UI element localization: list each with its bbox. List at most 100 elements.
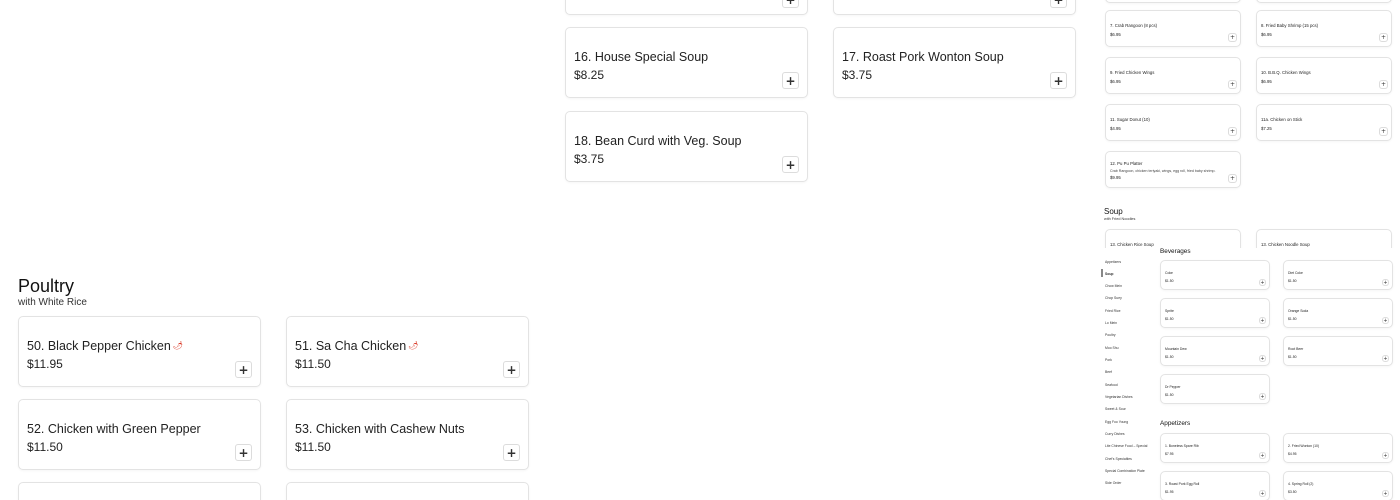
spicy-icon: 🌶 (172, 341, 183, 350)
menu-item-card[interactable]: 3. Roast Pork Egg Roll $1.95 + (1160, 471, 1270, 500)
nav-item[interactable]: Chop Suey (1105, 296, 1122, 300)
add-to-cart-button[interactable]: + (1379, 80, 1388, 89)
menu-item-title: 52. Chicken with Green Pepper (27, 422, 201, 436)
menu-item-card[interactable] (286, 482, 529, 500)
nav-item[interactable]: Appetizers (1105, 260, 1121, 264)
nav-item[interactable]: Chow Mein (1105, 284, 1122, 288)
nav-item[interactable]: Chef's Specialties (1105, 457, 1132, 461)
add-to-cart-button[interactable]: + (235, 444, 252, 461)
add-to-cart-button[interactable]: + (782, 0, 799, 8)
menu-item-card[interactable]: Coke $1.50 + (1160, 260, 1270, 290)
add-to-cart-button[interactable]: + (1382, 490, 1389, 497)
nav-item[interactable]: Beef (1105, 370, 1112, 374)
nav-item[interactable]: Poultry (1105, 333, 1116, 337)
menu-item-card[interactable] (1256, 0, 1392, 3)
menu-item-card[interactable]: 16. House Special Soup $8.25 + (565, 27, 808, 98)
nav-item[interactable]: Pork (1105, 358, 1112, 362)
menu-item-card[interactable]: 52. Chicken with Green Pepper $11.50 + (18, 399, 261, 470)
nav-active-indicator (1101, 269, 1103, 277)
menu-item-card[interactable]: 4. Spring Roll (2) $3.50 + (1283, 471, 1393, 500)
add-to-cart-button[interactable]: + (1259, 317, 1266, 324)
menu-item-card[interactable]: Mountain Dew $1.50 + (1160, 336, 1270, 366)
menu-item-price: $6.95 (1261, 79, 1272, 84)
add-to-cart-button[interactable]: + (1259, 452, 1266, 459)
menu-item-title: 1. Boneless Spare Rib (1165, 444, 1199, 448)
menu-item-card[interactable]: Sprite $1.50 + (1160, 298, 1270, 328)
menu-item-card[interactable]: Dr Pepper $1.50 + (1160, 374, 1270, 404)
menu-item-price: $8.25 (574, 68, 605, 82)
nav-item[interactable]: Seafood (1105, 383, 1118, 387)
menu-item-price: $1.50 (1288, 355, 1297, 359)
menu-item-card[interactable]: 53. Chicken with Cashew Nuts $11.50 + (286, 399, 529, 470)
menu-item-card[interactable]: 50. Black Pepper Chicken 🌶 $11.95 + (18, 316, 261, 387)
nav-item[interactable]: Egg Foo Young (1105, 420, 1128, 424)
menu-item-title: 16. House Special Soup (574, 50, 709, 64)
add-to-cart-button[interactable]: + (503, 444, 520, 461)
menu-item-card[interactable]: 10. B.B.Q. Chicken Wings $6.95 + (1256, 57, 1392, 94)
menu-item-title: 50. Black Pepper Chicken 🌶 (27, 339, 183, 353)
section-subtitle: with White Rice (18, 297, 87, 308)
add-to-cart-button[interactable]: + (1382, 279, 1389, 286)
menu-item-description: Crab Rangoon, chicken teriyaki, wings, e… (1110, 169, 1216, 173)
add-to-cart-button[interactable]: + (1382, 355, 1389, 362)
add-to-cart-button[interactable]: + (1379, 33, 1388, 42)
nav-item[interactable]: Lite Chinese Food – Special (1105, 444, 1147, 448)
add-to-cart-button[interactable]: + (1050, 72, 1067, 89)
menu-item-card[interactable]: 11a. Chicken on Stick $7.25 + (1256, 104, 1392, 141)
nav-item[interactable]: Soup (1105, 272, 1113, 276)
menu-item-card[interactable]: 2. Fried Wonton (10) $4.95 + (1283, 433, 1393, 463)
menu-item-card[interactable]: 8. Fried Baby Shrimp (15 pcs) $6.95 + (1256, 10, 1392, 47)
nav-item[interactable]: Side Order (1105, 481, 1121, 485)
menu-item-card[interactable]: 18. Bean Curd with Veg. Soup $3.75 + (565, 111, 808, 182)
menu-item-price: $4.95 (1110, 126, 1121, 131)
menu-item-title: 18. Bean Curd with Veg. Soup (574, 134, 742, 148)
nav-item[interactable]: Moo Shu (1105, 346, 1119, 350)
add-to-cart-button[interactable]: + (782, 156, 799, 173)
section-subtitle: with Fried Noodles (1104, 217, 1136, 221)
add-to-cart-button[interactable]: + (1379, 127, 1388, 136)
menu-item-price: $1.50 (1165, 317, 1174, 321)
menu-item-title: Sprite (1165, 309, 1174, 313)
nav-item[interactable]: Lo Mein (1105, 321, 1117, 325)
menu-item-price: $11.50 (295, 440, 331, 454)
menu-item-card[interactable]: + (833, 0, 1076, 15)
menu-item-card[interactable]: 12. Pu Pu Platter Crab Rangoon, chicken … (1105, 151, 1241, 188)
menu-item-card[interactable]: 7. Crab Rangoon (8 pcs) $6.95 + (1105, 10, 1241, 47)
add-to-cart-button[interactable]: + (1228, 127, 1237, 136)
menu-item-card[interactable]: 1. Boneless Spare Rib $7.95 + (1160, 433, 1270, 463)
menu-item-card[interactable]: 17. Roast Pork Wonton Soup $3.75 + (833, 27, 1076, 98)
add-to-cart-button[interactable]: + (1382, 317, 1389, 324)
nav-item[interactable]: Curry Dishes (1105, 432, 1125, 436)
nav-item[interactable]: Fried Rice (1105, 309, 1120, 313)
nav-item[interactable]: Vegetarian Dishes (1105, 395, 1133, 399)
menu-item-card[interactable]: 11. Sugar Donut (10) $4.95 + (1105, 104, 1241, 141)
add-to-cart-button[interactable]: + (1259, 355, 1266, 362)
menu-item-card[interactable] (1105, 0, 1241, 3)
nav-item[interactable]: Special Combination Plate (1105, 469, 1145, 473)
menu-item-card[interactable]: + (565, 0, 808, 15)
menu-item-price: $3.50 (1288, 490, 1297, 494)
add-to-cart-button[interactable]: + (1228, 33, 1237, 42)
add-to-cart-button[interactable]: + (782, 72, 799, 89)
add-to-cart-button[interactable]: + (1228, 174, 1237, 183)
add-to-cart-button[interactable]: + (1259, 490, 1266, 497)
menu-item-title: 7. Crab Rangoon (8 pcs) (1110, 23, 1158, 28)
add-to-cart-button[interactable]: + (235, 361, 252, 378)
menu-item-title: 10. B.B.Q. Chicken Wings (1261, 70, 1311, 75)
menu-item-price: $3.75 (842, 68, 873, 82)
add-to-cart-button[interactable]: + (503, 361, 520, 378)
add-to-cart-button[interactable]: + (1228, 80, 1237, 89)
menu-item-title: 11a. Chicken on Stick (1261, 117, 1303, 122)
menu-item-price: $1.50 (1165, 393, 1174, 397)
menu-item-card[interactable]: Root Beer $1.50 + (1283, 336, 1393, 366)
nav-item[interactable]: Sweet & Sour (1105, 407, 1126, 411)
menu-item-card[interactable]: Diet Coke $1.50 + (1283, 260, 1393, 290)
menu-item-card[interactable]: Orange Soda $1.50 + (1283, 298, 1393, 328)
menu-item-card[interactable]: 51. Sa Cha Chicken 🌶 $11.50 + (286, 316, 529, 387)
add-to-cart-button[interactable]: + (1259, 393, 1266, 400)
add-to-cart-button[interactable]: + (1050, 0, 1067, 8)
menu-item-card[interactable]: 9. Fried Chicken Wings $6.95 + (1105, 57, 1241, 94)
add-to-cart-button[interactable]: + (1259, 279, 1266, 286)
menu-item-card[interactable] (18, 482, 261, 500)
add-to-cart-button[interactable]: + (1382, 452, 1389, 459)
